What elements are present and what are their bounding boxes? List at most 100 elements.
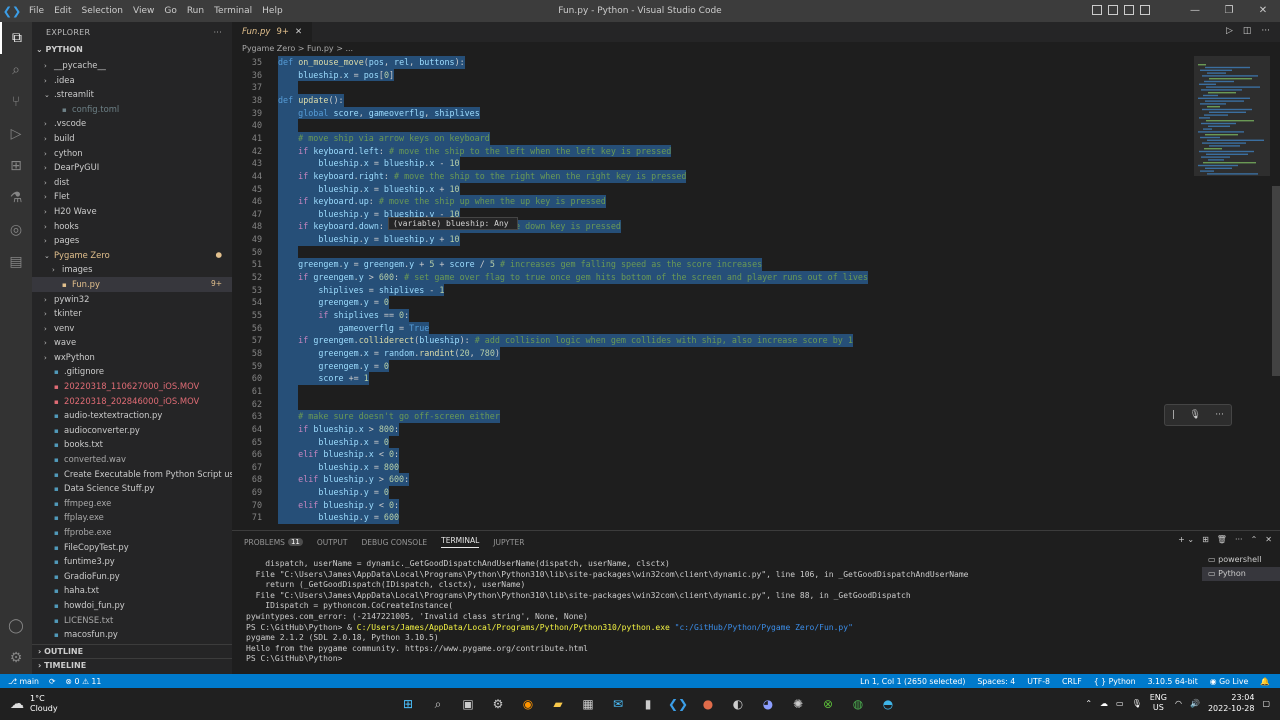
- python-interpreter[interactable]: 3.10.5 64-bit: [1148, 677, 1198, 686]
- code-line[interactable]: 39 global score, gameoverflg, shiplives: [232, 106, 1280, 120]
- tree-file[interactable]: ▪ haha.txt: [32, 583, 232, 598]
- run-file-icon[interactable]: ▷: [1226, 26, 1233, 36]
- code-line[interactable]: 46 if keyboard.up: # move the ship up wh…: [232, 195, 1280, 208]
- timeline-section[interactable]: › TIMELINE: [32, 658, 232, 672]
- settings-gear-icon[interactable]: ⚙: [0, 642, 32, 674]
- tree-file[interactable]: ▪ ffmpeg.exe: [32, 496, 232, 511]
- trash-icon[interactable]: 🗑: [1217, 535, 1227, 544]
- tree-folder[interactable]: › wave: [32, 335, 232, 350]
- terminal-instance-python[interactable]: ▭ Python: [1202, 567, 1280, 581]
- toggle-panel-icon[interactable]: [1108, 5, 1118, 15]
- menu-view[interactable]: View: [128, 0, 159, 22]
- tree-folder[interactable]: › pages: [32, 233, 232, 248]
- code-line[interactable]: 68 elif blueship.y > 600:: [232, 473, 1280, 487]
- tree-file[interactable]: ▪ config.toml: [32, 102, 232, 117]
- code-line[interactable]: 45 blueship.x = blueship.x + 10: [232, 182, 1280, 196]
- more-actions-icon[interactable]: ···: [1261, 26, 1270, 36]
- obs-icon[interactable]: ●: [696, 692, 720, 716]
- extensions-icon[interactable]: ⊞: [0, 150, 32, 182]
- settings-app-icon[interactable]: ⚙: [486, 692, 510, 716]
- code-line[interactable]: 65 blueship.x = 0: [232, 435, 1280, 449]
- tab-problems[interactable]: PROBLEMS 11: [244, 536, 303, 548]
- close-window-button[interactable]: ✕: [1246, 0, 1280, 22]
- tree-file[interactable]: ▪ ffplay.exe: [32, 510, 232, 525]
- tree-file[interactable]: ▪ GradioFun.py: [32, 569, 232, 584]
- tree-folder[interactable]: › H20 Wave: [32, 204, 232, 219]
- chrome-icon[interactable]: ◍: [846, 692, 870, 716]
- go-live-button[interactable]: ◉ Go Live: [1210, 677, 1249, 686]
- code-line[interactable]: 52 if greengem.y > 600: # set game over …: [232, 271, 1280, 284]
- code-line[interactable]: 62: [232, 397, 1280, 411]
- git-branch[interactable]: ⎇ main: [8, 677, 39, 686]
- code-line[interactable]: 70 elif blueship.y < 0:: [232, 498, 1280, 512]
- search-icon[interactable]: ⌕: [0, 54, 32, 86]
- tray-cloud-icon[interactable]: ☁: [1100, 699, 1108, 708]
- tree-folder[interactable]: › DearPyGUI: [32, 160, 232, 175]
- tray-display-icon[interactable]: ▭: [1116, 699, 1124, 708]
- tree-file[interactable]: ▪ FileCopyTest.py: [32, 540, 232, 555]
- task-view-icon[interactable]: ▣: [456, 692, 480, 716]
- discord-icon[interactable]: ◕: [756, 692, 780, 716]
- code-line[interactable]: 35 def on_mouse_move(pos, rel, buttons):: [232, 56, 1280, 69]
- code-line[interactable]: 51 greengem.y = greengem.y + 5 + score /…: [232, 258, 1280, 272]
- split-terminal-icon[interactable]: ⊞: [1202, 535, 1209, 544]
- taskbar-search-icon[interactable]: ⌕: [426, 692, 450, 716]
- maximize-panel-icon[interactable]: ⌃: [1251, 535, 1258, 544]
- code-line[interactable]: 66 elif blueship.x < 0:: [232, 448, 1280, 461]
- close-icon[interactable]: ✕: [295, 27, 302, 37]
- toggle-sidebar-icon[interactable]: [1092, 5, 1102, 15]
- toggle-secondary-sidebar-icon[interactable]: [1124, 5, 1134, 15]
- code-line[interactable]: 67 blueship.x = 800: [232, 460, 1280, 474]
- tab-fun-py[interactable]: Fun.py 9+ ✕: [232, 22, 312, 42]
- code-line[interactable]: 63 # make sure doesn't go off-screen eit…: [232, 410, 1280, 423]
- panel-more-icon[interactable]: ···: [1235, 535, 1243, 544]
- tree-file[interactable]: ▪ audio-textextraction.py: [32, 408, 232, 423]
- code-line[interactable]: 54 greengem.y = 0: [232, 296, 1280, 309]
- close-panel-icon[interactable]: ✕: [1265, 535, 1272, 544]
- tree-folder[interactable]: › __pycache__: [32, 58, 232, 73]
- customize-layout-icon[interactable]: [1140, 5, 1150, 15]
- language-indicator[interactable]: ENG US: [1150, 693, 1167, 713]
- breadcrumb[interactable]: Pygame Zero > Fun.py > ...: [232, 42, 1280, 56]
- tree-file[interactable]: ▪ 20220318_110627000_iOS.MOV: [32, 379, 232, 394]
- tree-folder[interactable]: ⌄ .streamlit: [32, 87, 232, 102]
- code-line[interactable]: 64 if blueship.x > 800:: [232, 422, 1280, 436]
- tray-mic-icon[interactable]: 🎙: [1132, 699, 1142, 708]
- outline-section[interactable]: › OUTLINE: [32, 644, 232, 658]
- tree-file[interactable]: ▪ Fun.py 9+: [32, 276, 232, 292]
- clock[interactable]: 23:04 2022-10-28: [1208, 692, 1255, 714]
- more-icon[interactable]: ···: [1215, 410, 1224, 420]
- firefox-icon[interactable]: ◉: [516, 692, 540, 716]
- edge-icon[interactable]: ◓: [876, 692, 900, 716]
- account-icon[interactable]: ◯: [0, 610, 32, 642]
- tree-folder[interactable]: › dist: [32, 175, 232, 190]
- tree-folder[interactable]: › .vscode: [32, 116, 232, 131]
- notifications-icon[interactable]: ▢: [1262, 699, 1270, 708]
- tree-folder[interactable]: ⌄ Pygame Zero ●: [32, 248, 232, 263]
- minimap[interactable]: [1194, 56, 1270, 530]
- language-mode[interactable]: { } Python: [1094, 677, 1136, 686]
- code-line[interactable]: 40: [232, 119, 1280, 132]
- windows-start-icon[interactable]: ⊞: [396, 692, 420, 716]
- tree-folder[interactable]: › wxPython: [32, 350, 232, 365]
- tree-folder[interactable]: › pywin32: [32, 292, 232, 307]
- sync-icon[interactable]: ⟳: [49, 677, 56, 686]
- editor-scrollbar[interactable]: [1270, 56, 1280, 530]
- tree-file[interactable]: ▪ .gitignore: [32, 364, 232, 379]
- terminal-instance-powershell[interactable]: ▭ powershell: [1202, 553, 1280, 567]
- tree-folder[interactable]: › cython: [32, 146, 232, 161]
- jupyter-icon[interactable]: ▤: [0, 246, 32, 278]
- code-line[interactable]: 49 blueship.y = blueship.y + 10: [232, 233, 1280, 246]
- indentation[interactable]: Spaces: 4: [977, 677, 1015, 686]
- code-line[interactable]: 50: [232, 245, 1280, 259]
- code-editor[interactable]: 35 def on_mouse_move(pos, rel, buttons): 3…: [232, 56, 1280, 530]
- tree-file[interactable]: ▪ books.txt: [32, 437, 232, 452]
- tree-file[interactable]: ▪ Create Executable from Python Script us…: [32, 467, 232, 482]
- tree-folder[interactable]: › venv: [32, 321, 232, 336]
- tree-folder[interactable]: › .idea: [32, 73, 232, 88]
- tree-folder[interactable]: › tkinter: [32, 306, 232, 321]
- problems-status[interactable]: ⊗ 0 ⚠ 11: [66, 677, 102, 686]
- source-control-icon[interactable]: ⑂: [0, 86, 32, 118]
- menu-terminal[interactable]: Terminal: [209, 0, 257, 22]
- restore-button[interactable]: ❐: [1212, 0, 1246, 22]
